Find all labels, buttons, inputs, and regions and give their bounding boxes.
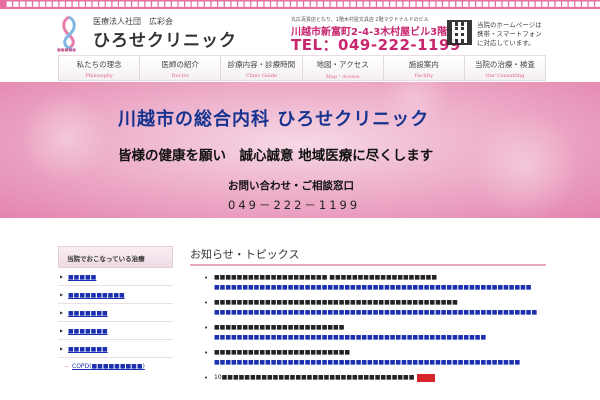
news-text: ■■■■■■■■■■■■■■■■■■■■■■■■■■■■■■■■■■■■■■■■… — [214, 299, 458, 306]
nav-our-consulting[interactable]: 当院の治療・検査 Our Consulting — [465, 56, 547, 80]
sidebar-item[interactable]: ■■■■■■■ — [58, 304, 173, 322]
address-landmark: 丸広百貨店となり、1階木村屋文具店 2階マクドナルドのビル — [291, 17, 429, 23]
new-badge — [417, 373, 436, 382]
news-item: ■■■■■■■■■■■■■■■■■■■■ ■■■■■■■■■■■■■■■■■■■… — [204, 273, 546, 293]
news-link[interactable]: ■■■■■■■■■■■■■■■■■■■■■■■■■■■■■■■■■■■■■■■■… — [214, 283, 546, 293]
clinic-name-logo[interactable]: ひろせクリニック — [93, 26, 237, 51]
sidebar-item[interactable]: ■■■■■■■■■■ — [58, 286, 173, 304]
ribbon-logo-icon[interactable] — [58, 15, 80, 51]
decorative-flower-icon — [470, 112, 580, 218]
sidebar-item[interactable]: ■■■■■■■ — [58, 322, 173, 340]
news-link[interactable]: ■■■■■■■■■■■■■■■■■■■■■■■■■■■■■■■■■■■■■■■■… — [214, 333, 546, 343]
nav-facility[interactable]: 施設案内 Facility — [384, 56, 465, 80]
hero-subtitle: 皆様の健康を願い 誠心誠意 地域医療に尽くします — [118, 148, 434, 164]
site-header: ■■■■■ 医療法人社団 広彩会 ひろせクリニック 丸広百貨店となり、1階木村屋… — [0, 9, 600, 55]
news-link[interactable]: ■■■■■■■■■■■■■■■■■■■■■■■■■■■■■■■■■■■■■■■■… — [214, 358, 546, 368]
sidebar-item[interactable]: ■■■■■■■ — [58, 340, 173, 358]
sidebar-link[interactable]: ■■■■■■■ — [68, 346, 108, 353]
news-text: 10■■■■■■■■■■■■■■■■■■■■■■■■■■■■■■■■■■ — [214, 373, 546, 383]
mobile-support-note: 当院のホームページは携帯・スマートフォンに対応しています。 — [477, 21, 542, 47]
nav-label: 医師の紹介 — [161, 60, 200, 69]
qr-code-icon — [447, 20, 472, 45]
global-nav: 私たちの理念 Philosophy 医師の紹介 Doctor 診療内容・診療時間… — [58, 55, 547, 81]
nav-map-access[interactable]: 地図・アクセス Map・Access — [303, 56, 384, 80]
nav-clinic-guide[interactable]: 診療内容・診療時間 Clinic Guide — [221, 56, 303, 80]
news-item: ■■■■■■■■■■■■■■■■■■■■■■■ ■■■■■■■■■■■■■■■■… — [204, 323, 546, 343]
nav-philosophy[interactable]: 私たちの理念 Philosophy — [58, 56, 141, 80]
nav-label-en: Map・Access — [325, 74, 360, 80]
nav-label: 地図・アクセス — [316, 60, 369, 69]
hero-telephone[interactable]: 049－222－1199 — [228, 197, 360, 213]
news-section: お知らせ・トピックス ■■■■■■■■■■■■■■■■■■■■ ■■■■■■■■… — [190, 246, 546, 400]
nav-label-en: Facility — [414, 73, 434, 79]
sidebar-subitem[interactable]: COPD(■■■■■■■■■) — [58, 358, 173, 374]
sidebar-heading: 当院でおこなっている治療 — [58, 246, 173, 268]
hero-banner: 川越市の総合内科 ひろせクリニック 皆様の健康を願い 誠心誠意 地域医療に尽くし… — [0, 82, 600, 218]
nav-label-en: Philosophy — [85, 73, 113, 79]
logo-caption: ■■■■■ — [57, 47, 76, 52]
news-list: ■■■■■■■■■■■■■■■■■■■■ ■■■■■■■■■■■■■■■■■■■… — [190, 273, 546, 383]
news-text-content: 10■■■■■■■■■■■■■■■■■■■■■■■■■■■■■■■■■■ — [214, 374, 415, 381]
news-text: ■■■■■■■■■■■■■■■■■■■■■■■ — [214, 324, 345, 331]
sidebar-link[interactable]: ■■■■■■■ — [68, 310, 108, 317]
nav-doctor[interactable]: 医師の紹介 Doctor — [140, 56, 222, 80]
nav-label-en: Clinic Guide — [245, 73, 278, 79]
news-item: ■■■■■■■■■■■■■■■■■■■■■■■■ ■■■■■■■■■■■■■■■… — [204, 348, 546, 368]
decorative-flower-icon — [20, 92, 110, 182]
sidebar-link[interactable]: ■■■■■ — [68, 274, 96, 281]
news-link[interactable]: ■■■■■■■■■■■■■■■■■■■■■■■■■■■■■■■■■■■■■■■■… — [214, 308, 546, 318]
sidebar-link[interactable]: ■■■■■■■■■■ — [68, 292, 125, 299]
news-title: お知らせ・トピックス — [190, 246, 546, 266]
news-item: ■■■■■■■■■■■■■■■■■■■■■■■■■■■■■■■■■■■■■■■■… — [204, 298, 546, 318]
nav-label: 診療内容・診療時間 — [227, 60, 296, 69]
nav-label-en: Doctor — [171, 73, 189, 79]
news-text: ■■■■■■■■■■■■■■■■■■■■ ■■■■■■■■■■■■■■■■■■■ — [214, 274, 437, 281]
treatment-sidebar: 当院でおこなっている治療 ■■■■■ ■■■■■■■■■■ ■■■■■■■ ■■… — [58, 246, 173, 400]
nav-label-en: Our Consulting — [485, 73, 525, 79]
top-strip-text: ■■■■■■■■■■■■■■■■■■■■■■■■■■■■■■■■■■■■■■■■… — [6, 0, 600, 8]
sidebar-link[interactable]: ■■■■■■■ — [68, 328, 108, 335]
hero-title: 川越市の総合内科 ひろせクリニック — [118, 109, 430, 130]
sidebar-sublink[interactable]: COPD(■■■■■■■■■) — [72, 363, 145, 370]
sidebar-item[interactable]: ■■■■■ — [58, 268, 173, 286]
nav-label: 私たちの理念 — [76, 60, 122, 69]
hero-contact-label: お問い合わせ・ご相談窓口 — [228, 180, 354, 192]
news-item: 10■■■■■■■■■■■■■■■■■■■■■■■■■■■■■■■■■■ — [204, 373, 546, 383]
nav-label: 施設案内 — [408, 60, 439, 69]
nav-label: 当院の治療・検査 — [474, 60, 535, 69]
news-text: ■■■■■■■■■■■■■■■■■■■■■■■■ — [214, 349, 351, 356]
header-telephone[interactable]: TEL：049-222-1199 — [291, 34, 461, 55]
top-announcement-strip: ■■■■■■■■■■■■■■■■■■■■■■■■■■■■■■■■■■■■■■■■… — [0, 0, 600, 9]
